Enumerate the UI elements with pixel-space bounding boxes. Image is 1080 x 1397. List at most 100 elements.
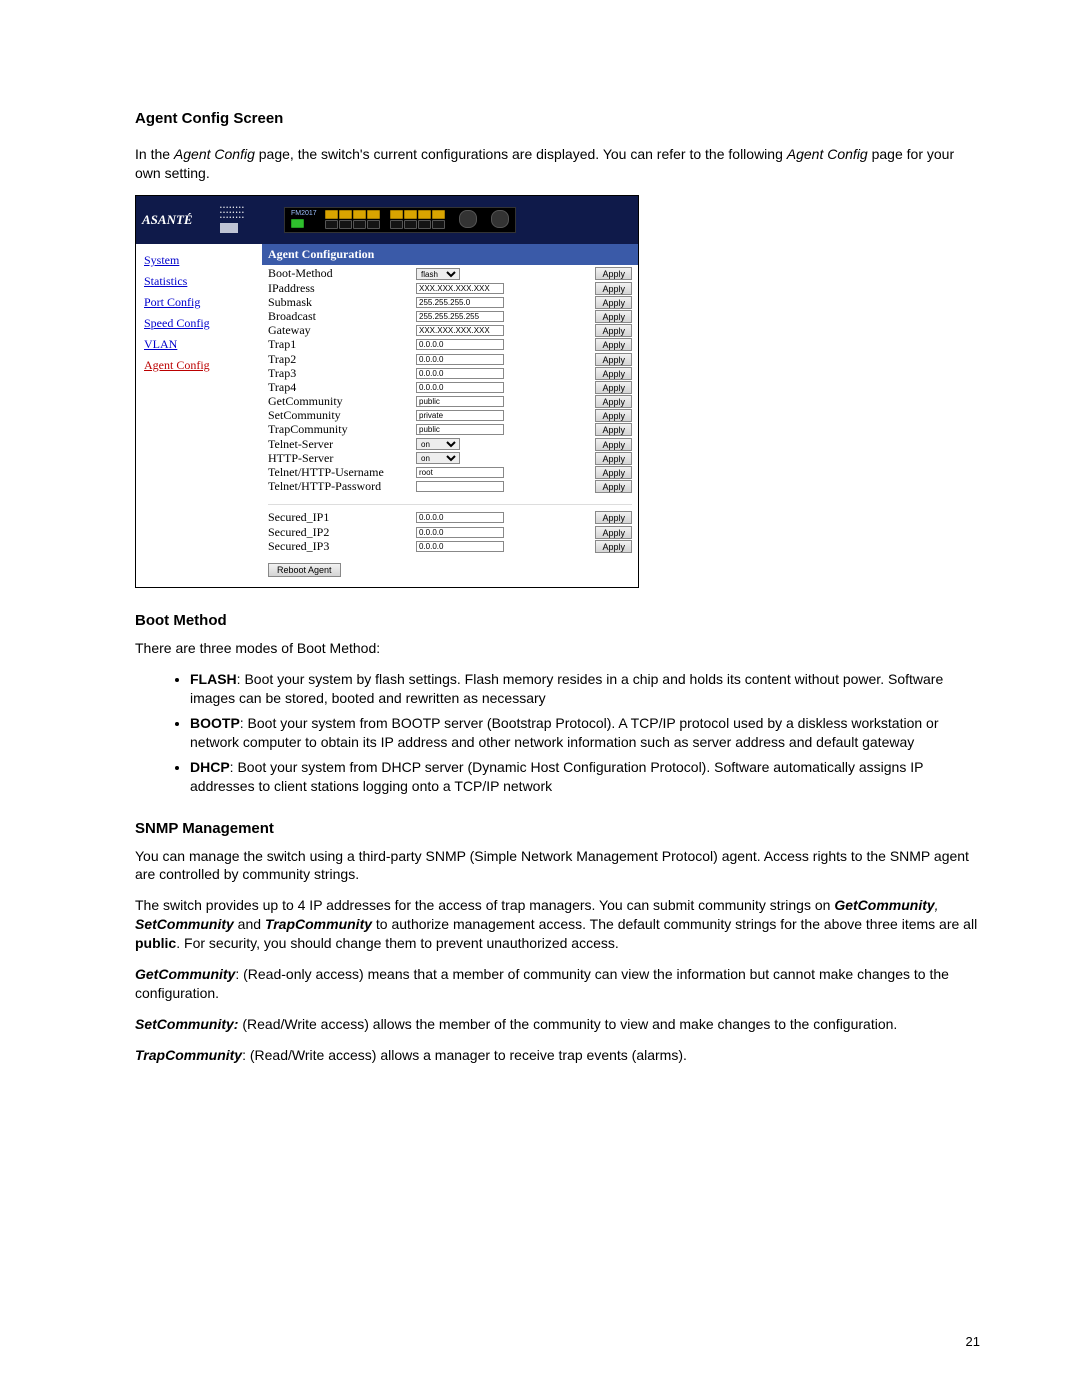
boot-method-intro: There are three modes of Boot Method: [135,639,980,658]
config-label: SetCommunity [262,408,416,423]
port-indicator-mini: • • • • • • • •• • • • • • • •• • • • • … [220,206,276,233]
config-label: Boot-Method [262,266,416,281]
boot-method-item: BOOTP: Boot your system from BOOTP serve… [190,714,980,752]
intro-paragraph: In the Agent Config page, the switch's c… [135,145,980,183]
config-row: Submask Apply [262,295,638,309]
apply-button[interactable]: Apply [595,367,632,380]
apply-button[interactable]: Apply [595,395,632,408]
config-row: BroadcastApply [262,309,638,323]
apply-button[interactable]: Apply [595,480,632,493]
cfg-input-getcommunity[interactable] [416,396,504,407]
config-row: Secured_IP2Apply [262,525,638,539]
apply-button[interactable]: Apply [595,438,632,451]
boot-method-list: FLASH: Boot your system by flash setting… [190,670,980,795]
apply-button[interactable]: Apply [595,282,632,295]
cfg-input-trap3[interactable] [416,368,504,379]
config-label: Secured_IP1 [262,510,416,525]
side-nav: SystemStatisticsPort ConfigSpeed ConfigV… [136,244,262,588]
config-row: Telnet/HTTP-Username Apply [262,465,638,479]
snmp-heading: SNMP Management [135,820,980,837]
sidebar-item-statistics[interactable]: Statistics [144,271,254,292]
def-trapcommunity: TrapCommunity: (Read/Write access) allow… [135,1046,980,1065]
apply-button[interactable]: Apply [595,423,632,436]
cfg-input-broadcast[interactable] [416,311,504,322]
page-title: Agent Config Screen [135,110,980,127]
cfg-input-trap2[interactable] [416,354,504,365]
reboot-agent-button[interactable]: Reboot Agent [268,563,341,577]
uplink-port-icon [491,210,509,228]
config-row: IPaddress Apply [262,281,638,295]
power-led-icon [291,219,304,228]
apply-button[interactable]: Apply [595,409,632,422]
config-label: Submask [262,295,416,310]
sidebar-item-port-config[interactable]: Port Config [144,292,254,313]
config-row: Trap4 Apply [262,380,638,394]
apply-button[interactable]: Apply [595,310,632,323]
config-label: IPaddress [262,281,416,296]
sec-input-secured-ip1[interactable] [416,512,504,523]
apply-button[interactable]: Apply [595,324,632,337]
cfg-select-http-server[interactable]: on [416,452,460,464]
sidebar-item-speed-config[interactable]: Speed Config [144,313,254,334]
cfg-input-trap4[interactable] [416,382,504,393]
config-row: TrapCommunity Apply [262,423,638,437]
cfg-input-telnet-http-username[interactable] [416,467,504,478]
config-label: GetCommunity [262,394,416,409]
config-label: Gateway [262,323,416,338]
config-row: Secured_IP1 Apply [262,511,638,525]
config-row: Gateway Apply [262,324,638,338]
cfg-input-trapcommunity[interactable] [416,424,504,435]
apply-button[interactable]: Apply [595,338,632,351]
device-image-bar: ASANTÉ • • • • • • • •• • • • • • • •• •… [136,196,638,244]
apply-button[interactable]: Apply [595,381,632,394]
apply-button[interactable]: Apply [595,267,632,280]
apply-button[interactable]: Apply [595,540,632,553]
cfg-input-ipaddress[interactable] [416,283,504,294]
switch-graphic: FM2017 [284,207,516,233]
secured-ip-list: Secured_IP1 ApplySecured_IP2ApplySecured_… [262,509,638,560]
apply-button[interactable]: Apply [595,526,632,539]
page-number: 21 [966,1334,980,1349]
config-label: Telnet/HTTP-Password [262,479,416,494]
config-row: Trap3 Apply [262,366,638,380]
apply-button[interactable]: Apply [595,353,632,366]
sec-input-secured-ip2[interactable] [416,527,504,538]
config-row: Telnet/HTTP-Password Apply [262,480,638,494]
config-list: Boot-MethodflashApplyIPaddressApplySubma… [262,265,638,500]
apply-button[interactable]: Apply [595,452,632,465]
cfg-input-submask[interactable] [416,297,504,308]
config-label: Secured_IP3 [262,539,416,554]
config-row: Trap2 Apply [262,352,638,366]
sidebar-item-agent-config[interactable]: Agent Config [144,355,254,376]
apply-button[interactable]: Apply [595,466,632,479]
cfg-input-telnet-http-password[interactable] [416,481,504,492]
sec-input-secured-ip3[interactable] [416,541,504,552]
panel-title: Agent Configuration [262,244,638,265]
config-row: Telnet-Serveron Apply [262,437,638,451]
config-label: Trap3 [262,366,416,381]
config-row: Boot-Methodflash Apply [262,267,638,281]
cfg-select-boot-method[interactable]: flash [416,268,460,280]
boot-method-item: FLASH: Boot your system by flash setting… [190,670,980,708]
config-label: TrapCommunity [262,422,416,437]
config-row: GetCommunity Apply [262,394,638,408]
uplink-port-icon [459,210,477,228]
cfg-input-gateway[interactable] [416,325,504,336]
config-row: Secured_IP3 Apply [262,539,638,553]
apply-button[interactable]: Apply [595,511,632,524]
snmp-p1: You can manage the switch using a third-… [135,847,980,885]
cfg-input-setcommunity[interactable] [416,410,504,421]
def-getcommunity: GetCommunity: (Read-only access) means t… [135,965,980,1003]
cfg-input-trap1[interactable] [416,339,504,350]
config-label: Trap2 [262,352,416,367]
config-label: Trap4 [262,380,416,395]
sidebar-item-system[interactable]: System [144,250,254,271]
config-label: Telnet/HTTP-Username [262,465,416,480]
cfg-select-telnet-server[interactable]: on [416,438,460,450]
brand-logo: ASANTÉ [142,212,212,228]
snmp-p2: The switch provides up to 4 IP addresses… [135,896,980,953]
config-label: Trap1 [262,337,416,352]
config-label: Telnet-Server [262,437,416,452]
apply-button[interactable]: Apply [595,296,632,309]
sidebar-item-vlan[interactable]: VLAN [144,334,254,355]
